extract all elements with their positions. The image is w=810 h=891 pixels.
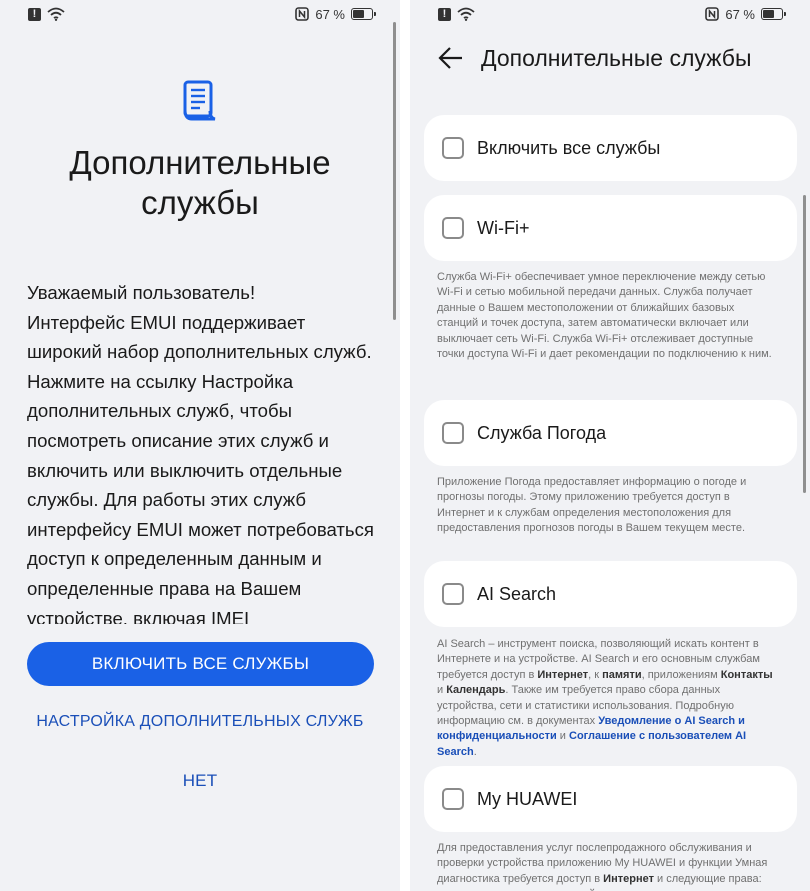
alert-icon: ! — [28, 7, 41, 21]
ai-search-toggle[interactable]: AI Search — [424, 561, 797, 627]
back-arrow-icon[interactable] — [438, 45, 464, 71]
nfc-icon — [705, 7, 720, 21]
wifi-icon — [47, 7, 65, 21]
document-icon — [183, 80, 216, 121]
nfc-icon — [295, 7, 310, 21]
weather-service-toggle[interactable]: Служба Погода — [424, 400, 797, 466]
checkbox[interactable] — [442, 217, 464, 239]
consent-text: Уважаемый пользователь! Интерфейс EMUI п… — [27, 282, 374, 624]
item-label: AI Search — [477, 583, 557, 604]
my-huawei-description: Для предоставления услуг послепродажного… — [437, 842, 768, 891]
item-label: Служба Погода — [477, 422, 607, 443]
item-label: Включить все службы — [477, 137, 661, 158]
page-title: Дополнительные службы — [69, 144, 331, 221]
battery-icon — [761, 8, 786, 20]
setup-services-link[interactable]: НАСТРОЙКА ДОПОЛНИТЕЛЬНЫХ СЛУЖБ — [0, 713, 400, 731]
battery-percent: 67 % — [725, 6, 755, 22]
ai-search-description: AI Search – инструмент поиска, позволяющ… — [437, 638, 773, 758]
enable-all-services-toggle[interactable]: Включить все службы — [424, 115, 797, 181]
decline-button[interactable]: НЕТ — [0, 771, 400, 791]
consent-text-scroll[interactable]: Уважаемый пользователь! Интерфейс EMUI п… — [27, 278, 377, 624]
checkbox[interactable] — [442, 583, 464, 605]
left-panel: ! 67 % Дополнительные службы Уважаемый п… — [0, 0, 400, 891]
nav-title: Дополнительные службы — [481, 45, 752, 71]
weather-description: Приложение Погода предоставляет информац… — [437, 476, 747, 535]
status-bar: ! 67 % — [0, 0, 400, 28]
checkbox[interactable] — [442, 422, 464, 444]
item-label: My HUAWEI — [477, 788, 578, 809]
checkbox[interactable] — [442, 788, 464, 810]
item-label: Wi-Fi+ — [477, 217, 530, 238]
battery-percent: 67 % — [315, 6, 345, 22]
wifi-plus-description: Служба Wi-Fi+ обеспечивает умное переклю… — [437, 271, 772, 361]
my-huawei-toggle[interactable]: My HUAWEI — [424, 766, 797, 832]
right-panel: ! 67 % Дополнительные службы Включить вс… — [410, 0, 810, 891]
enable-all-services-button[interactable]: ВКЛЮЧИТЬ ВСЕ СЛУЖБЫ — [27, 642, 374, 686]
wifi-icon — [457, 7, 475, 21]
right-scrollbar[interactable] — [803, 195, 806, 493]
checkbox[interactable] — [442, 137, 464, 159]
wifi-plus-toggle[interactable]: Wi-Fi+ — [424, 195, 797, 261]
panel-divider — [400, 0, 410, 891]
status-bar: ! 67 % — [410, 0, 810, 28]
alert-icon: ! — [438, 7, 451, 21]
battery-icon — [351, 8, 376, 20]
